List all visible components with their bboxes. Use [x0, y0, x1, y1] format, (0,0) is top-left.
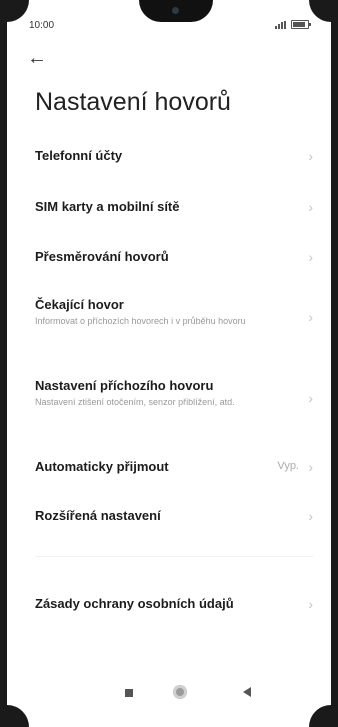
menu-item-label: Automaticky přijmout: [35, 459, 169, 474]
menu-item-label: Přesměrování hovorů: [35, 249, 169, 264]
menu-item-rozsirena-nastaveni[interactable]: Rozšířená nastavení ›: [35, 508, 313, 524]
chevron-right-icon: ›: [308, 596, 313, 612]
screen-corner: [7, 0, 29, 22]
menu-item-label: Čekající hovor: [35, 297, 124, 312]
chevron-right-icon: ›: [308, 459, 313, 475]
setting-value: Vyp.: [277, 460, 299, 472]
status-icons: [275, 20, 311, 29]
chevron-right-icon: ›: [308, 390, 313, 406]
menu-item-label: Nastavení příchozího hovoru: [35, 378, 214, 393]
page-title: Nastavení hovorů: [35, 88, 231, 116]
chevron-right-icon: ›: [308, 309, 313, 325]
menu-item-label: Rozšířená nastavení: [35, 508, 161, 523]
menu-item-cekajici-hovor[interactable]: Čekající hovor Informovat o příchozích h…: [35, 297, 313, 327]
status-time: 10:00: [29, 20, 55, 31]
menu-item-description: Informovat o příchozích hovorech i v prů…: [35, 316, 246, 326]
phone-screen: 10:00 ← Nastavení hovorů Telefonní účty …: [0, 0, 338, 727]
menu-item-label: Zásady ochrany osobních údajů: [35, 596, 234, 611]
nav-back-icon[interactable]: [243, 687, 251, 697]
recent-apps-icon[interactable]: [125, 689, 133, 697]
chevron-right-icon: ›: [308, 148, 313, 164]
menu-item-automaticky-prijmout[interactable]: Automaticky přijmout Vyp. ›: [35, 459, 313, 475]
menu-item-label: Telefonní účty: [35, 148, 123, 163]
home-icon[interactable]: [173, 685, 187, 699]
chevron-right-icon: ›: [308, 249, 313, 265]
menu-item-description: Nastavení ztišení otočením, senzor přibl…: [35, 397, 235, 407]
menu-item-label: SIM karty a mobilní sítě: [35, 199, 180, 214]
chevron-right-icon: ›: [308, 199, 313, 215]
menu-item-zasady-ochrany[interactable]: Zásady ochrany osobních údajů ›: [35, 596, 313, 612]
back-arrow-icon[interactable]: ←: [27, 48, 47, 68]
signal-icon: [275, 20, 287, 29]
menu-item-sim-karty[interactable]: SIM karty a mobilní sítě ›: [35, 199, 313, 215]
navigation-bar: [7, 667, 331, 727]
battery-icon: [291, 20, 311, 29]
camera-notch: [139, 0, 213, 22]
camera-icon: [172, 7, 179, 14]
menu-item-prichozi-hovor[interactable]: Nastavení příchozího hovoru Nastavení zt…: [35, 378, 313, 408]
menu-item-telefonni-ucty[interactable]: Telefonní účty ›: [35, 148, 313, 164]
section-divider: [35, 556, 313, 557]
screen-corner: [309, 0, 331, 22]
chevron-right-icon: ›: [308, 508, 313, 524]
menu-item-presmerovani[interactable]: Přesměrování hovorů ›: [35, 249, 313, 265]
